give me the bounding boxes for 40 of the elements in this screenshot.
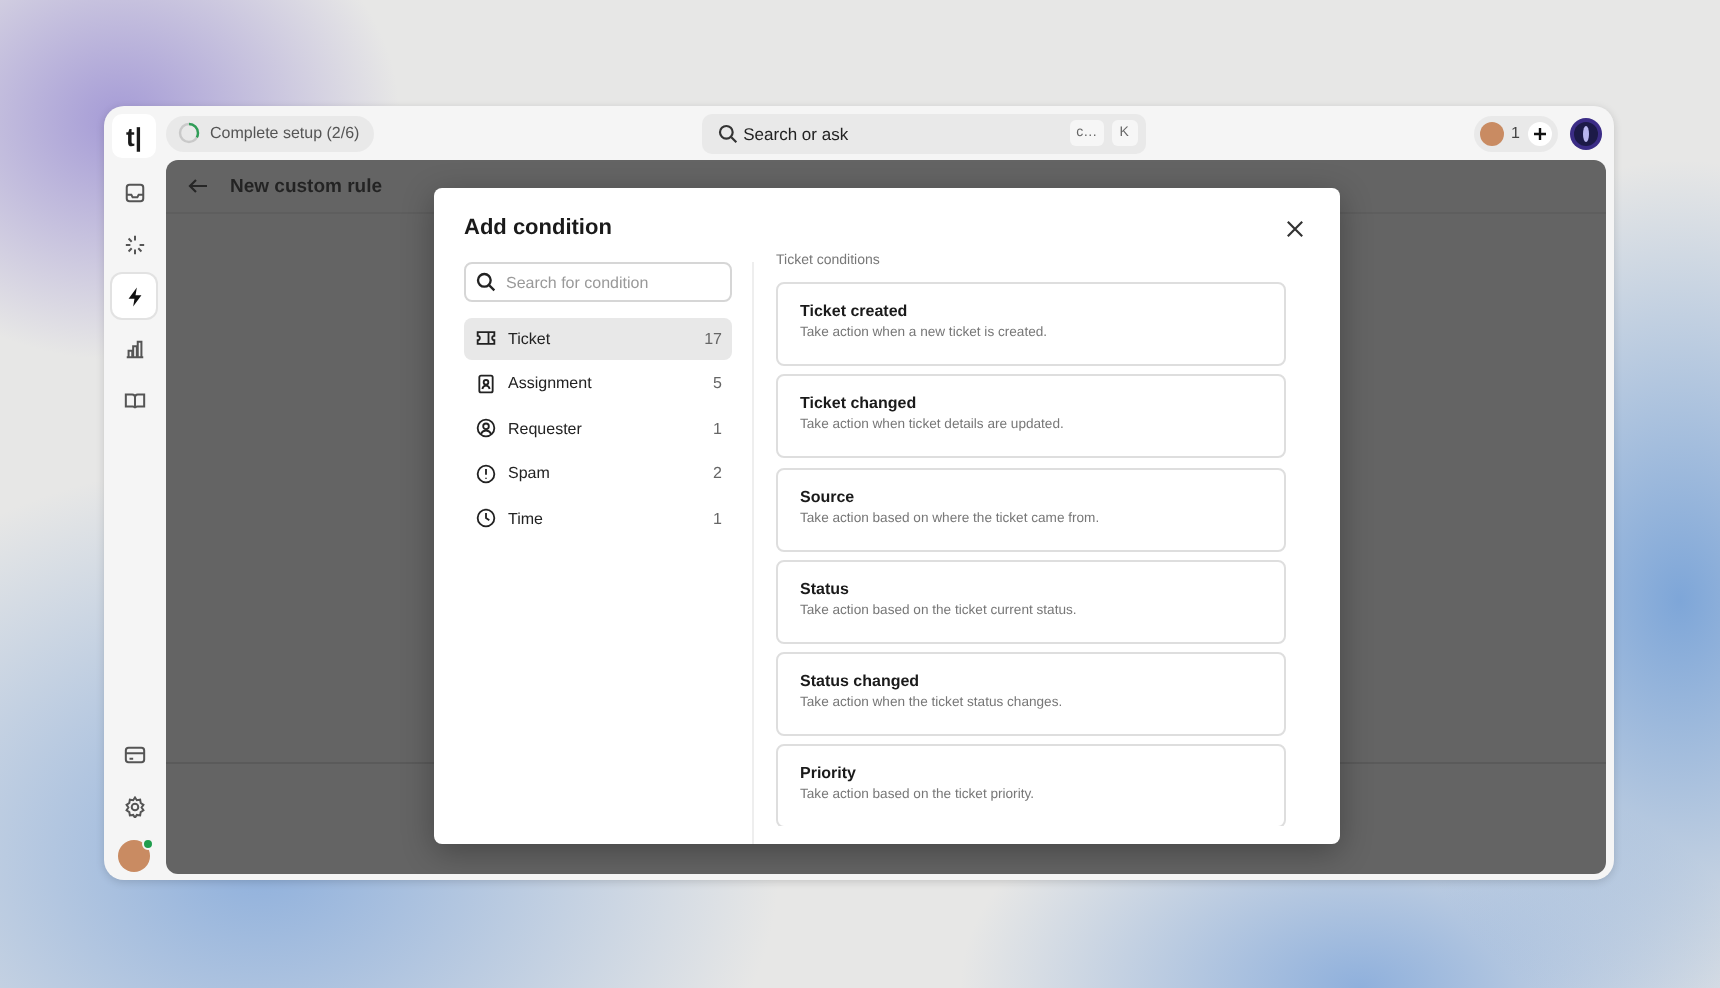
close-icon[interactable] <box>1286 219 1304 237</box>
page-title: New custom rule <box>230 175 383 197</box>
alert-icon <box>476 463 496 484</box>
lightning-icon <box>123 285 145 307</box>
category-item[interactable]: Ticket 17 <box>464 318 732 359</box>
search-icon <box>717 123 738 143</box>
sparkle-icon <box>123 233 145 255</box>
category-item[interactable]: Requester 1 <box>464 408 732 449</box>
book-icon <box>123 389 145 411</box>
members-pill[interactable]: 1 <box>1473 115 1558 151</box>
condition-title: Ticket changed <box>800 394 919 413</box>
condition-title: Status <box>800 579 851 598</box>
category-item[interactable]: Spam 2 <box>464 453 732 494</box>
dialog-title: Add condition <box>464 216 612 240</box>
bar-chart-icon <box>123 337 145 359</box>
plus-icon[interactable] <box>1528 121 1552 145</box>
online-status-dot <box>142 838 154 850</box>
inbox-icon <box>123 181 145 203</box>
condition-title: Ticket created <box>800 302 910 320</box>
card-icon <box>123 743 145 765</box>
condition-title: Source <box>800 487 857 506</box>
condition-title: Priority <box>800 764 859 783</box>
member-count: 1 <box>1511 124 1520 142</box>
sidebar-item[interactable] <box>112 274 156 318</box>
logo: t| <box>112 114 156 158</box>
id-badge-icon <box>476 373 496 394</box>
user-circle-icon <box>476 418 496 439</box>
settings-icon <box>123 795 145 817</box>
ticket-icon <box>476 328 496 349</box>
category-item[interactable]: Assignment 5 <box>464 363 732 404</box>
search-icon <box>476 272 496 292</box>
user-avatar[interactable] <box>118 840 150 872</box>
category-item[interactable]: Time 1 <box>464 498 732 539</box>
setup-progress-button[interactable]: Complete setup (2/6) <box>166 115 374 151</box>
progress-ring-icon <box>178 122 200 144</box>
clock-icon <box>476 508 496 529</box>
assistant-orb-icon[interactable] <box>1570 117 1602 149</box>
condition-title: Status changed <box>800 672 922 691</box>
condition-search-field[interactable]: Search for condition <box>464 262 732 302</box>
member-avatar <box>1479 121 1504 145</box>
